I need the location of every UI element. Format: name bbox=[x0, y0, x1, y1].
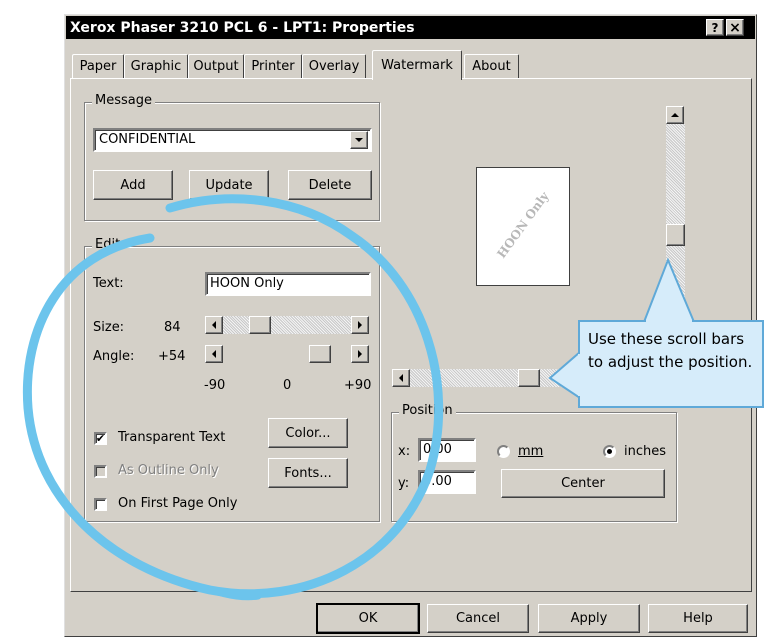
close-button[interactable]: × bbox=[726, 19, 744, 36]
close-icon: × bbox=[729, 19, 741, 36]
tab-overlay[interactable]: Overlay bbox=[302, 54, 366, 78]
tab-about[interactable]: About bbox=[464, 54, 519, 78]
tab-watermark[interactable]: Watermark bbox=[372, 50, 462, 80]
ok-button[interactable]: OK bbox=[316, 603, 420, 634]
callout-text: Use these scroll bars to adjust the posi… bbox=[588, 330, 753, 371]
tab-printer[interactable]: Printer bbox=[244, 54, 302, 78]
tab-graphic[interactable]: Graphic bbox=[124, 54, 188, 78]
callout-joint-left bbox=[578, 354, 581, 396]
help-icon: ? bbox=[711, 20, 719, 35]
cancel-button[interactable]: Cancel bbox=[427, 604, 529, 633]
apply-button[interactable]: Apply bbox=[538, 604, 640, 633]
help-title-button[interactable]: ? bbox=[706, 19, 724, 36]
help-button[interactable]: Help bbox=[648, 604, 748, 633]
tab-output[interactable]: Output bbox=[188, 54, 244, 78]
title-bar: Xerox Phaser 3210 PCL 6 - LPT1: Properti… bbox=[66, 16, 755, 39]
window-title: Xerox Phaser 3210 PCL 6 - LPT1: Properti… bbox=[70, 19, 415, 36]
tab-paper[interactable]: Paper bbox=[72, 54, 124, 78]
callout-box: Use these scroll bars to adjust the posi… bbox=[578, 320, 764, 408]
callout-joint-top bbox=[646, 320, 692, 323]
